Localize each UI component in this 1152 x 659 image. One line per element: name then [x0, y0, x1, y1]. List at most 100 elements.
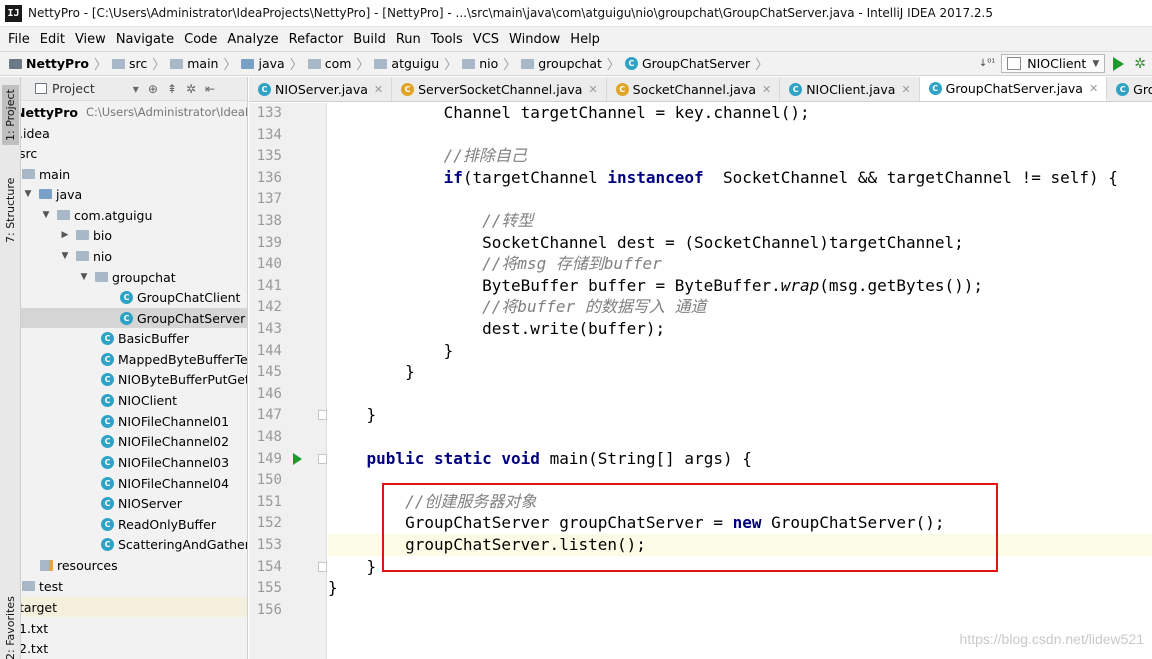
breadcrumb-nio[interactable]: nio [462, 56, 498, 71]
menu-build[interactable]: Build [349, 32, 392, 47]
code-line[interactable]: public static void main(String[] args) { [328, 448, 1152, 470]
menu-run[interactable]: Run [392, 32, 427, 47]
tree-item-project-root[interactable]: NettyPro C:\Users\Administrator\IdeaProj… [21, 102, 247, 122]
close-icon[interactable]: ✕ [1089, 82, 1098, 95]
collapse-icon[interactable]: ⇞ [167, 82, 177, 96]
code-line[interactable]: Channel targetChannel = key.channel(); [328, 103, 1152, 124]
breadcrumb-groupchat[interactable]: groupchat [521, 56, 602, 71]
tree-item-niofilechannel04[interactable]: C NIOFileChannel04 [21, 473, 247, 493]
chevron-right-icon[interactable]: ▶ [59, 230, 71, 240]
tree-item-target[interactable]: target [21, 597, 247, 617]
tree-item-groupchatserver[interactable]: C GroupChatServer [21, 308, 247, 328]
tree-item-groupchat[interactable]: ▼ groupchat [21, 267, 247, 287]
fold-marker-icon[interactable] [318, 453, 327, 464]
tab-nioclient[interactable]: C NIOClient.java ✕ [780, 77, 920, 101]
code-line[interactable]: } [328, 361, 1152, 383]
tab-nioserver[interactable]: C NIOServer.java ✕ [249, 77, 393, 101]
menu-view[interactable]: View [71, 32, 112, 47]
close-icon[interactable]: ✕ [588, 83, 597, 96]
tree-item-mappedbytebuffertest[interactable]: C MappedByteBufferTest [21, 349, 247, 369]
breadcrumb-src[interactable]: src [111, 56, 147, 71]
tool-tab-project[interactable]: 1: Project [2, 85, 19, 145]
menu-code[interactable]: Code [180, 32, 223, 47]
tree-item-main[interactable]: main [21, 164, 247, 184]
code-line[interactable] [328, 124, 1152, 146]
code-line[interactable]: } [328, 556, 1152, 578]
breadcrumb-com[interactable]: com [307, 56, 351, 71]
code-line[interactable]: } [328, 404, 1152, 426]
tree-item-com-atguigu[interactable]: ▼ com.atguigu [21, 205, 247, 225]
menu-tools[interactable]: Tools [427, 32, 469, 47]
tree-item-niobytebufferputget[interactable]: C NIOByteBufferPutGet [21, 369, 247, 389]
tree-item-groupchatclient[interactable]: C GroupChatClient [21, 287, 247, 307]
code-line[interactable]: dest.write(buffer); [328, 318, 1152, 340]
code-line[interactable]: } [328, 577, 1152, 599]
tree-item-niofilechannel01[interactable]: C NIOFileChannel01 [21, 411, 247, 431]
tab-groupchatserver[interactable]: C GroupChatServer.java ✕ [919, 77, 1108, 101]
tab-socketchannel[interactable]: C SocketChannel.java ✕ [607, 77, 781, 101]
close-icon[interactable]: ✕ [762, 83, 771, 96]
code-line[interactable] [328, 426, 1152, 448]
tree-item-readonlybuffer[interactable]: C ReadOnlyBuffer [21, 514, 247, 534]
breadcrumb-class[interactable]: C GroupChatServer [624, 56, 750, 71]
target-icon[interactable]: ⊕ [148, 82, 158, 96]
menu-navigate[interactable]: Navigate [112, 32, 180, 47]
code-line[interactable] [328, 188, 1152, 210]
code-line[interactable] [328, 383, 1152, 405]
intellij-app-icon[interactable]: IJ [5, 4, 22, 22]
code-area[interactable]: Channel targetChannel = key.channel(); /… [328, 103, 1152, 659]
fold-marker-icon[interactable] [318, 410, 327, 421]
menu-edit[interactable]: Edit [36, 32, 71, 47]
run-main-icon[interactable] [293, 452, 302, 465]
chevron-down-icon[interactable]: ▾ [133, 82, 139, 96]
code-line[interactable]: //转型 [328, 210, 1152, 232]
menu-help[interactable]: Help [566, 32, 606, 47]
hide-icon[interactable]: ⇤ [205, 82, 215, 96]
debug-bug-icon[interactable]: ✲ [1134, 56, 1146, 72]
code-line[interactable]: //将buffer 的数据写入 通道 [328, 296, 1152, 318]
code-line[interactable]: groupChatServer.listen(); [328, 534, 1152, 556]
run-icon[interactable] [1113, 56, 1125, 71]
tab-serversocketchannel[interactable]: C ServerSocketChannel.java ✕ [392, 77, 607, 101]
tree-item-1-txt[interactable]: 1.txt [21, 618, 247, 638]
code-line[interactable]: GroupChatServer groupChatServer = new Gr… [328, 512, 1152, 534]
fold-marker-icon[interactable] [318, 561, 327, 572]
chevron-down-icon[interactable]: ▼ [40, 210, 52, 220]
tree-item-2-txt[interactable]: 2.txt [21, 638, 247, 658]
code-line[interactable] [328, 469, 1152, 491]
tree-item-idea[interactable]: .idea [21, 123, 247, 143]
menu-file[interactable]: File [4, 32, 36, 47]
menu-analyze[interactable]: Analyze [223, 32, 284, 47]
project-view-label[interactable]: Project [52, 81, 95, 96]
menu-vcs[interactable]: VCS [469, 32, 505, 47]
tree-item-nioserver[interactable]: C NIOServer [21, 493, 247, 513]
code-line[interactable]: } [328, 340, 1152, 362]
breadcrumb-atguigu[interactable]: atguigu [374, 56, 439, 71]
close-icon[interactable]: ✕ [374, 83, 383, 96]
chevron-down-icon[interactable]: ▼ [22, 189, 34, 199]
tree-item-bio[interactable]: ▶ bio [21, 225, 247, 245]
tree-item-niofilechannel03[interactable]: C NIOFileChannel03 [21, 452, 247, 472]
tab-groupchatclient[interactable]: CGroupChatClient.java [1107, 77, 1152, 101]
tree-item-test[interactable]: test [21, 576, 247, 596]
code-line[interactable]: SocketChannel dest = (SocketChannel)targ… [328, 232, 1152, 254]
tree-item-nio[interactable]: ▼ nio [21, 246, 247, 266]
gear-icon[interactable]: ✲ [186, 82, 196, 96]
sort-icon[interactable]: ↓⁰¹ [979, 58, 995, 69]
breadcrumb-main[interactable]: main [170, 56, 218, 71]
tree-item-scatteringandgathering[interactable]: CScatteringAndGatheringTest [21, 534, 247, 554]
code-line[interactable]: ByteBuffer buffer = ByteBuffer.wrap(msg.… [328, 275, 1152, 297]
tree-item-nioclient[interactable]: C NIOClient [21, 390, 247, 410]
breadcrumb-project[interactable]: NettyPro [9, 56, 89, 71]
tree-item-resources[interactable]: resources [21, 555, 247, 575]
chevron-down-icon[interactable]: ▼ [78, 272, 90, 282]
menu-refactor[interactable]: Refactor [285, 32, 350, 47]
tool-tab-structure[interactable]: 7: Structure [2, 171, 19, 249]
chevron-down-icon[interactable]: ▼ [59, 251, 71, 261]
tree-item-niofilechannel02[interactable]: C NIOFileChannel02 [21, 431, 247, 451]
tree-item-basicbuffer[interactable]: C BasicBuffer [21, 328, 247, 348]
close-icon[interactable]: ✕ [901, 83, 910, 96]
tool-tab-favorites[interactable]: 2: Favorites [2, 596, 19, 659]
breadcrumb-java[interactable]: java [241, 56, 285, 71]
tree-item-java[interactable]: ▼ java [21, 184, 247, 204]
